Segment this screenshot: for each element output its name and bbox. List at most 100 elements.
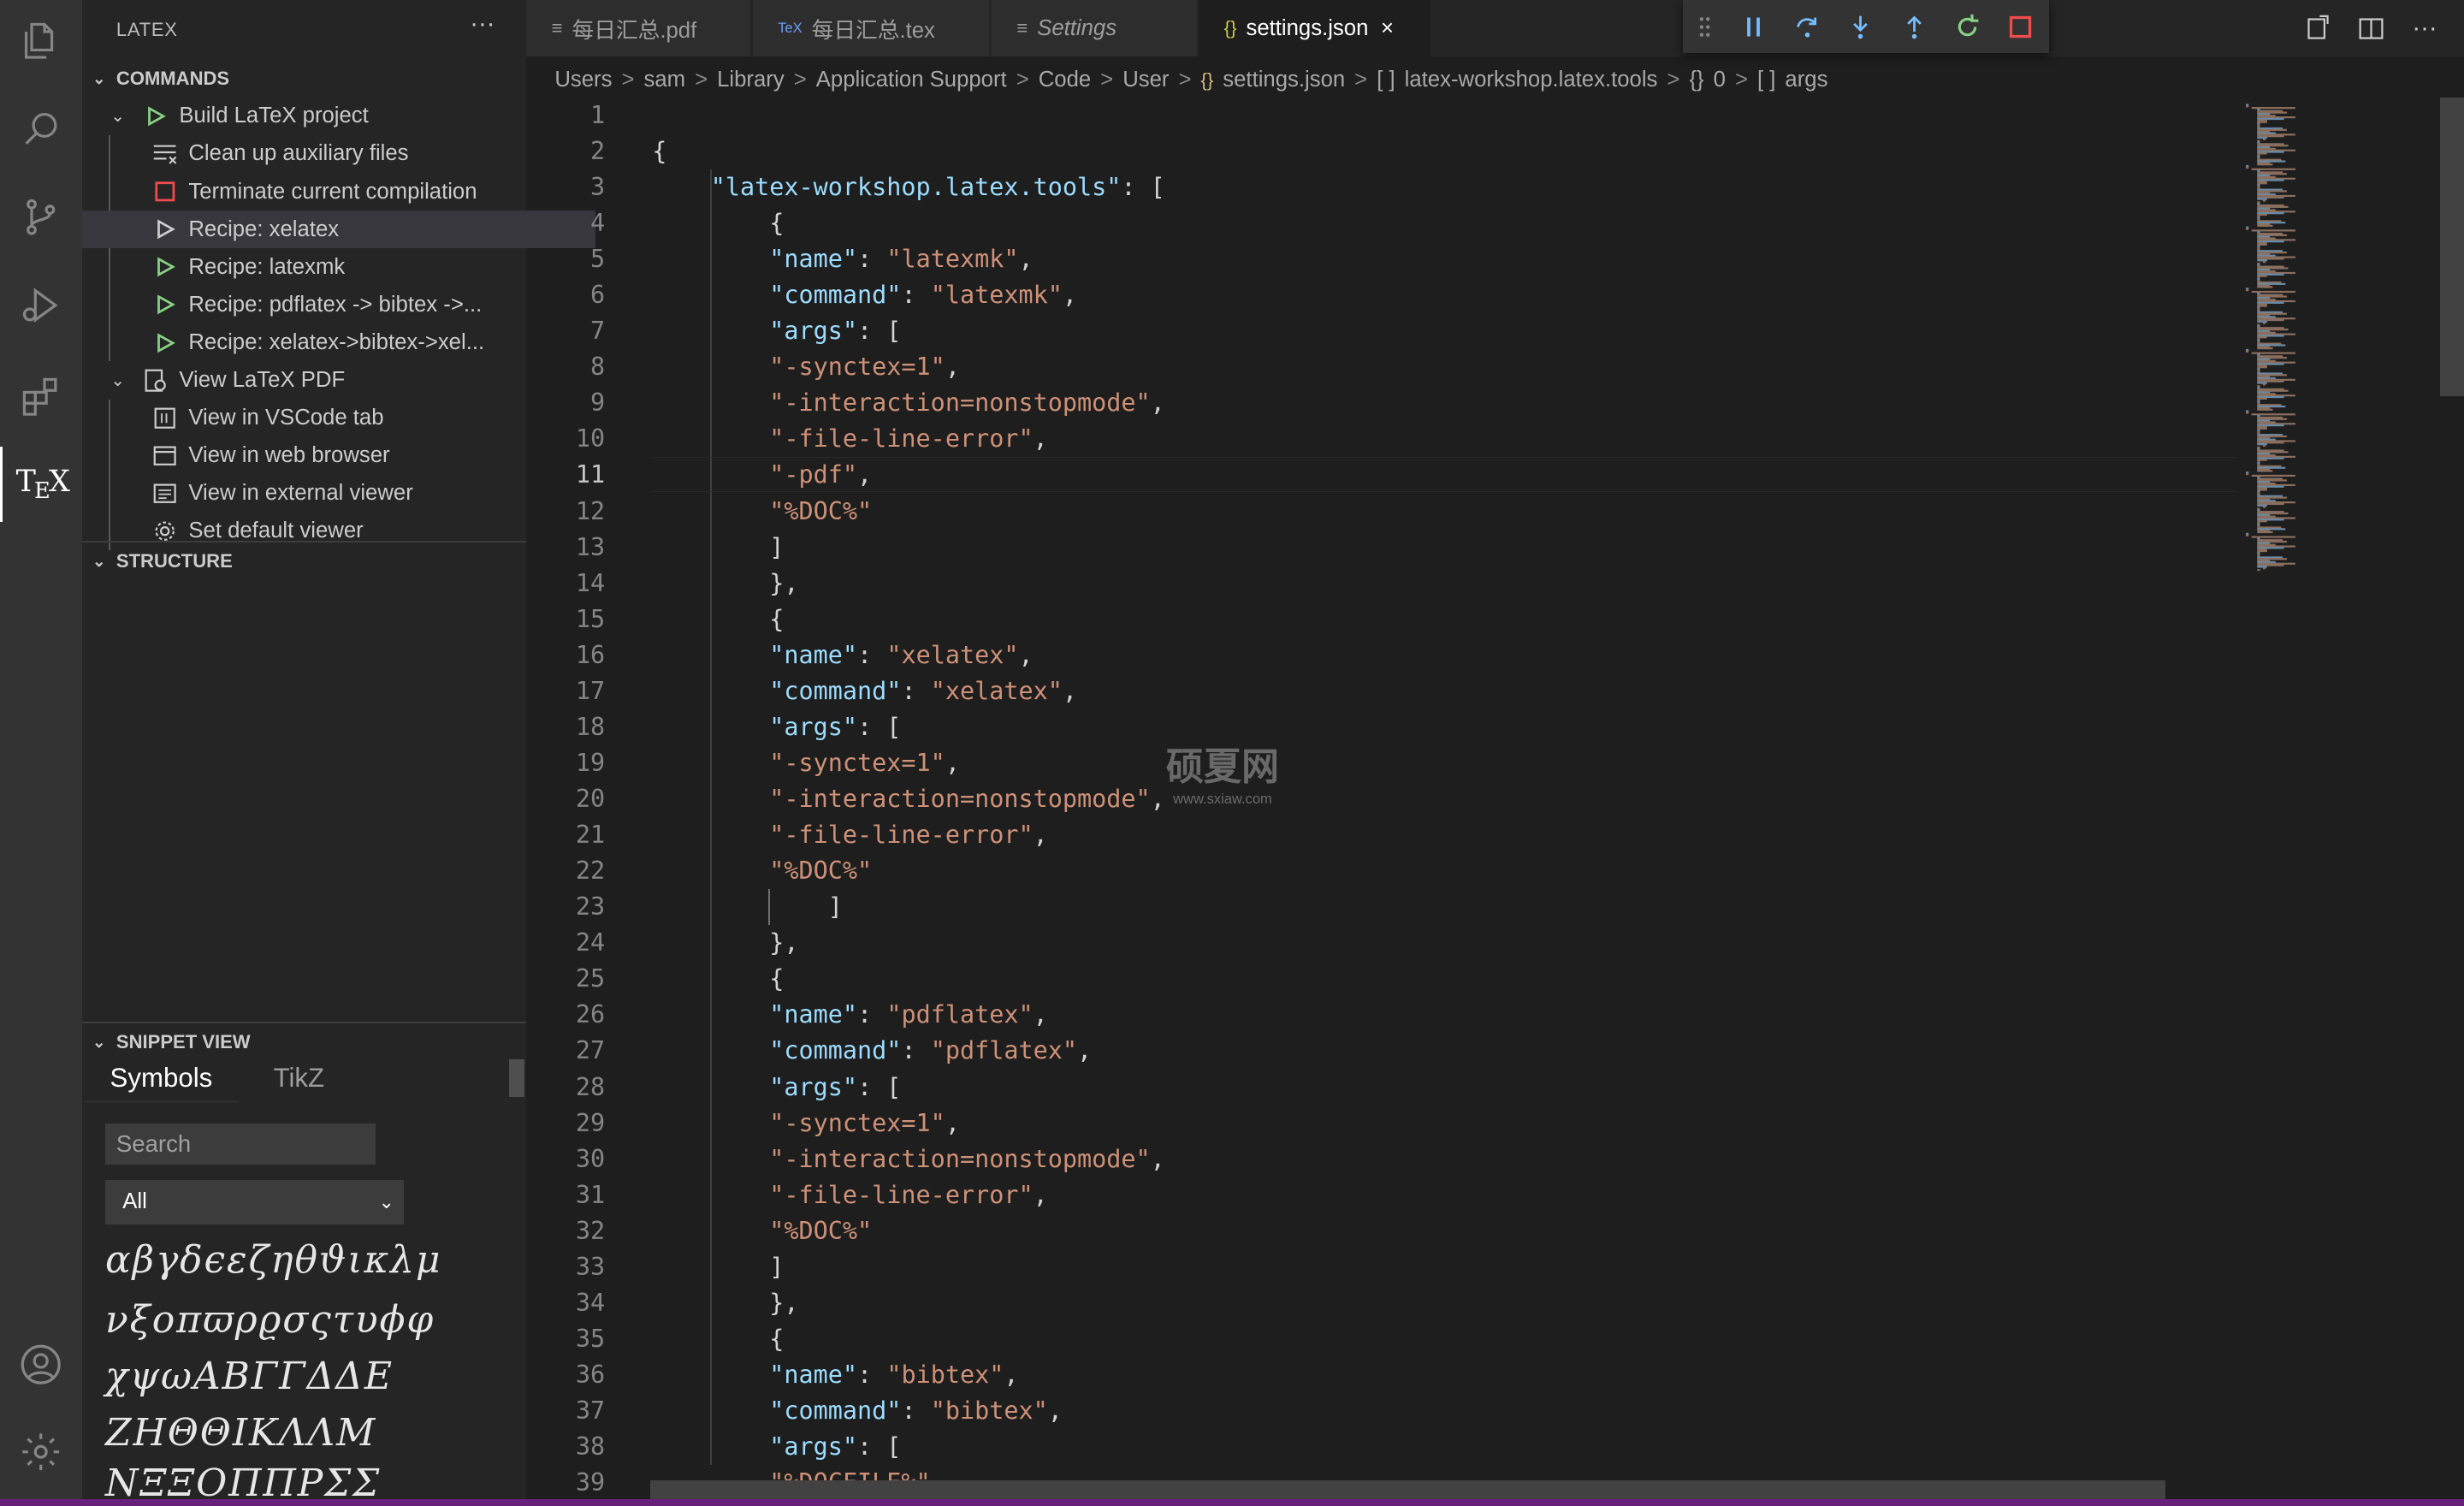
symbol-row[interactable]: χψωΑΒΓΓΔΔΕ: [105, 1355, 394, 1398]
tree-item-clean[interactable]: Clean up auxiliary files: [82, 135, 596, 173]
code-line[interactable]: 25 {: [526, 961, 2236, 997]
code-line[interactable]: 17 "command": "xelatex",: [526, 673, 2236, 709]
symbol-filter-select[interactable]: All ⌄: [105, 1180, 405, 1224]
code-line[interactable]: 12 "%DOC%": [526, 494, 2236, 530]
code-line[interactable]: 18 "args": [: [526, 709, 2236, 745]
step-over-icon[interactable]: [1780, 0, 1833, 53]
code-line[interactable]: 2{: [526, 133, 2236, 169]
tree-item-view-external[interactable]: View in external viewer: [82, 475, 596, 513]
step-out-icon[interactable]: [1887, 0, 1940, 53]
code-line[interactable]: 33 ]: [526, 1249, 2236, 1285]
tree-item-recipe-xelatex[interactable]: Recipe: xelatex: [81, 210, 596, 249]
code-line[interactable]: 34 },: [526, 1285, 2236, 1321]
breadcrumb-item[interactable]: Code: [1039, 68, 1091, 92]
tree-item-recipe-pdflatex[interactable]: Recipe: pdflatex -> bibtex ->...: [82, 286, 596, 323]
tab-tikz[interactable]: TikZ: [274, 1063, 325, 1094]
code-line[interactable]: 28 "args": [: [526, 1070, 2236, 1106]
structure-section-header[interactable]: ⌄ STRUCTURE: [82, 543, 527, 578]
minimap[interactable]: [2236, 98, 2441, 1480]
breadcrumb-item[interactable]: 0: [1714, 68, 1726, 92]
code-line[interactable]: 30 "-interaction=nonstopmode",: [526, 1141, 2236, 1177]
search-icon[interactable]: [0, 92, 82, 167]
code-line[interactable]: 6 "command": "latexmk",: [526, 277, 2236, 313]
tab-settings[interactable]: ≡ Settings: [991, 0, 1198, 57]
code-line[interactable]: 36 "name": "bibtex",: [526, 1357, 2236, 1393]
account-icon[interactable]: [0, 1326, 82, 1402]
code-line[interactable]: 9 "-interaction=nonstopmode",: [526, 385, 2236, 421]
code-line[interactable]: 14 },: [526, 566, 2236, 602]
tree-item-view-web-browser[interactable]: View in web browser: [82, 437, 596, 475]
breadcrumb-item[interactable]: latex-workshop.latex.tools: [1405, 68, 1658, 92]
code-line[interactable]: 13 ]: [526, 530, 2236, 566]
tab-pdf[interactable]: ≡ 每日汇总.pdf: [526, 0, 751, 57]
code-line[interactable]: 32 "%DOC%": [526, 1213, 2236, 1249]
tree-item-view-pdf[interactable]: ⌄ View LaTeX PDF: [82, 361, 548, 399]
code-line[interactable]: 16 "name": "xelatex",: [526, 637, 2236, 673]
tab-tex[interactable]: TeX 每日汇总.tex: [752, 0, 991, 57]
code-line[interactable]: 3 "latex-workshop.latex.tools": [: [526, 169, 2236, 205]
snippet-section-header[interactable]: ⌄ SNIPPET VIEW: [82, 1025, 527, 1059]
tex-icon[interactable]: TEX: [0, 446, 82, 522]
code-editor[interactable]: 1 2{3 "latex-workshop.latex.tools": [4 {5…: [526, 98, 2236, 1497]
split-editor-icon[interactable]: [2354, 11, 2388, 45]
breadcrumb-item[interactable]: settings.json: [1223, 68, 1345, 92]
code-line[interactable]: 31 "-file-line-error",: [526, 1177, 2236, 1213]
code-line[interactable]: 37 "command": "bibtex",: [526, 1393, 2236, 1429]
breadcrumb-item[interactable]: Application Support: [816, 68, 1007, 92]
tree-item-recipe-latexmk[interactable]: Recipe: latexmk: [82, 248, 596, 286]
settings-gear-icon[interactable]: [0, 1414, 82, 1490]
tree-item-recipe-xelatex-bibtex[interactable]: Recipe: xelatex->bibtex->xel...: [82, 323, 596, 361]
drag-handle-icon[interactable]: [1683, 0, 1727, 53]
explorer-icon[interactable]: [0, 3, 82, 79]
close-icon[interactable]: ×: [1381, 16, 1394, 41]
code-line[interactable]: 27 "command": "pdflatex",: [526, 1033, 2236, 1069]
step-into-icon[interactable]: [1833, 0, 1886, 53]
open-preview-icon[interactable]: [2301, 11, 2335, 45]
tab-symbols[interactable]: Symbols: [110, 1063, 213, 1094]
commands-section-header[interactable]: ⌄ COMMANDS: [82, 62, 527, 96]
breadcrumb-item[interactable]: args: [1785, 68, 1827, 92]
code-line[interactable]: 38 "args": [: [526, 1429, 2236, 1465]
breadcrumb-item[interactable]: sam: [644, 68, 686, 92]
symbol-row[interactable]: νξοπϖρϱσςτυϕφ: [105, 1298, 435, 1342]
symbol-search-input[interactable]: Search: [105, 1124, 376, 1165]
restart-icon[interactable]: [1940, 0, 1993, 53]
array-icon: [ ]: [1756, 68, 1776, 92]
code-line[interactable]: 11 "-pdf",: [526, 457, 2236, 493]
more-actions-icon[interactable]: ···: [2408, 11, 2442, 45]
breadcrumb-item[interactable]: Users: [554, 68, 612, 92]
stop-icon[interactable]: [1994, 0, 2047, 53]
run-debug-icon[interactable]: [0, 267, 82, 342]
tab-settings-json[interactable]: {} settings.json ×: [1199, 0, 1432, 57]
code-line[interactable]: 24 },: [526, 925, 2236, 961]
code-line[interactable]: 1: [526, 98, 2236, 133]
code-line[interactable]: 7 "args": [: [526, 313, 2236, 349]
code-line[interactable]: 8 "-synctex=1",: [526, 349, 2236, 385]
extensions-icon[interactable]: [0, 359, 82, 434]
code-line[interactable]: 26 "name": "pdflatex",: [526, 997, 2236, 1033]
code-line[interactable]: 21 "-file-line-error",: [526, 817, 2236, 853]
code-line[interactable]: 20 "-interaction=nonstopmode",: [526, 781, 2236, 817]
code-line[interactable]: 22 "%DOC%": [526, 853, 2236, 889]
code-line[interactable]: 35 {: [526, 1321, 2236, 1357]
code-line[interactable]: 5 "name": "latexmk",: [526, 241, 2236, 277]
pause-icon[interactable]: [1727, 0, 1780, 53]
code-line[interactable]: 10 "-file-line-error",: [526, 421, 2236, 457]
source-control-icon[interactable]: [0, 179, 82, 254]
tree-item-view-vscode-tab[interactable]: View in VSCode tab: [82, 400, 596, 437]
breadcrumb-item[interactable]: User: [1122, 68, 1169, 92]
tree-item-build[interactable]: ⌄ Build LaTeX project: [82, 98, 548, 135]
code-line[interactable]: 19 "-synctex=1",: [526, 745, 2236, 781]
tree-item-terminate[interactable]: Terminate current compilation: [82, 173, 596, 210]
horizontal-scrollbar[interactable]: [650, 1480, 2165, 1500]
code-line[interactable]: 15 {: [526, 602, 2236, 637]
symbol-row[interactable]: ΖΗΘΘΙΚΛΛΜ: [105, 1411, 376, 1455]
symbol-row[interactable]: αβγδϵεζηθϑικλμ: [105, 1238, 441, 1282]
code-line[interactable]: 23 ]: [526, 889, 2236, 925]
breadcrumb-item[interactable]: Library: [717, 68, 785, 92]
code-line[interactable]: 4 {: [526, 205, 2236, 241]
scrollbar[interactable]: [509, 1058, 525, 1097]
vertical-scrollbar-thumb[interactable]: [2440, 97, 2464, 396]
more-actions-icon[interactable]: ···: [470, 9, 495, 39]
code-line[interactable]: 29 "-synctex=1",: [526, 1106, 2236, 1141]
